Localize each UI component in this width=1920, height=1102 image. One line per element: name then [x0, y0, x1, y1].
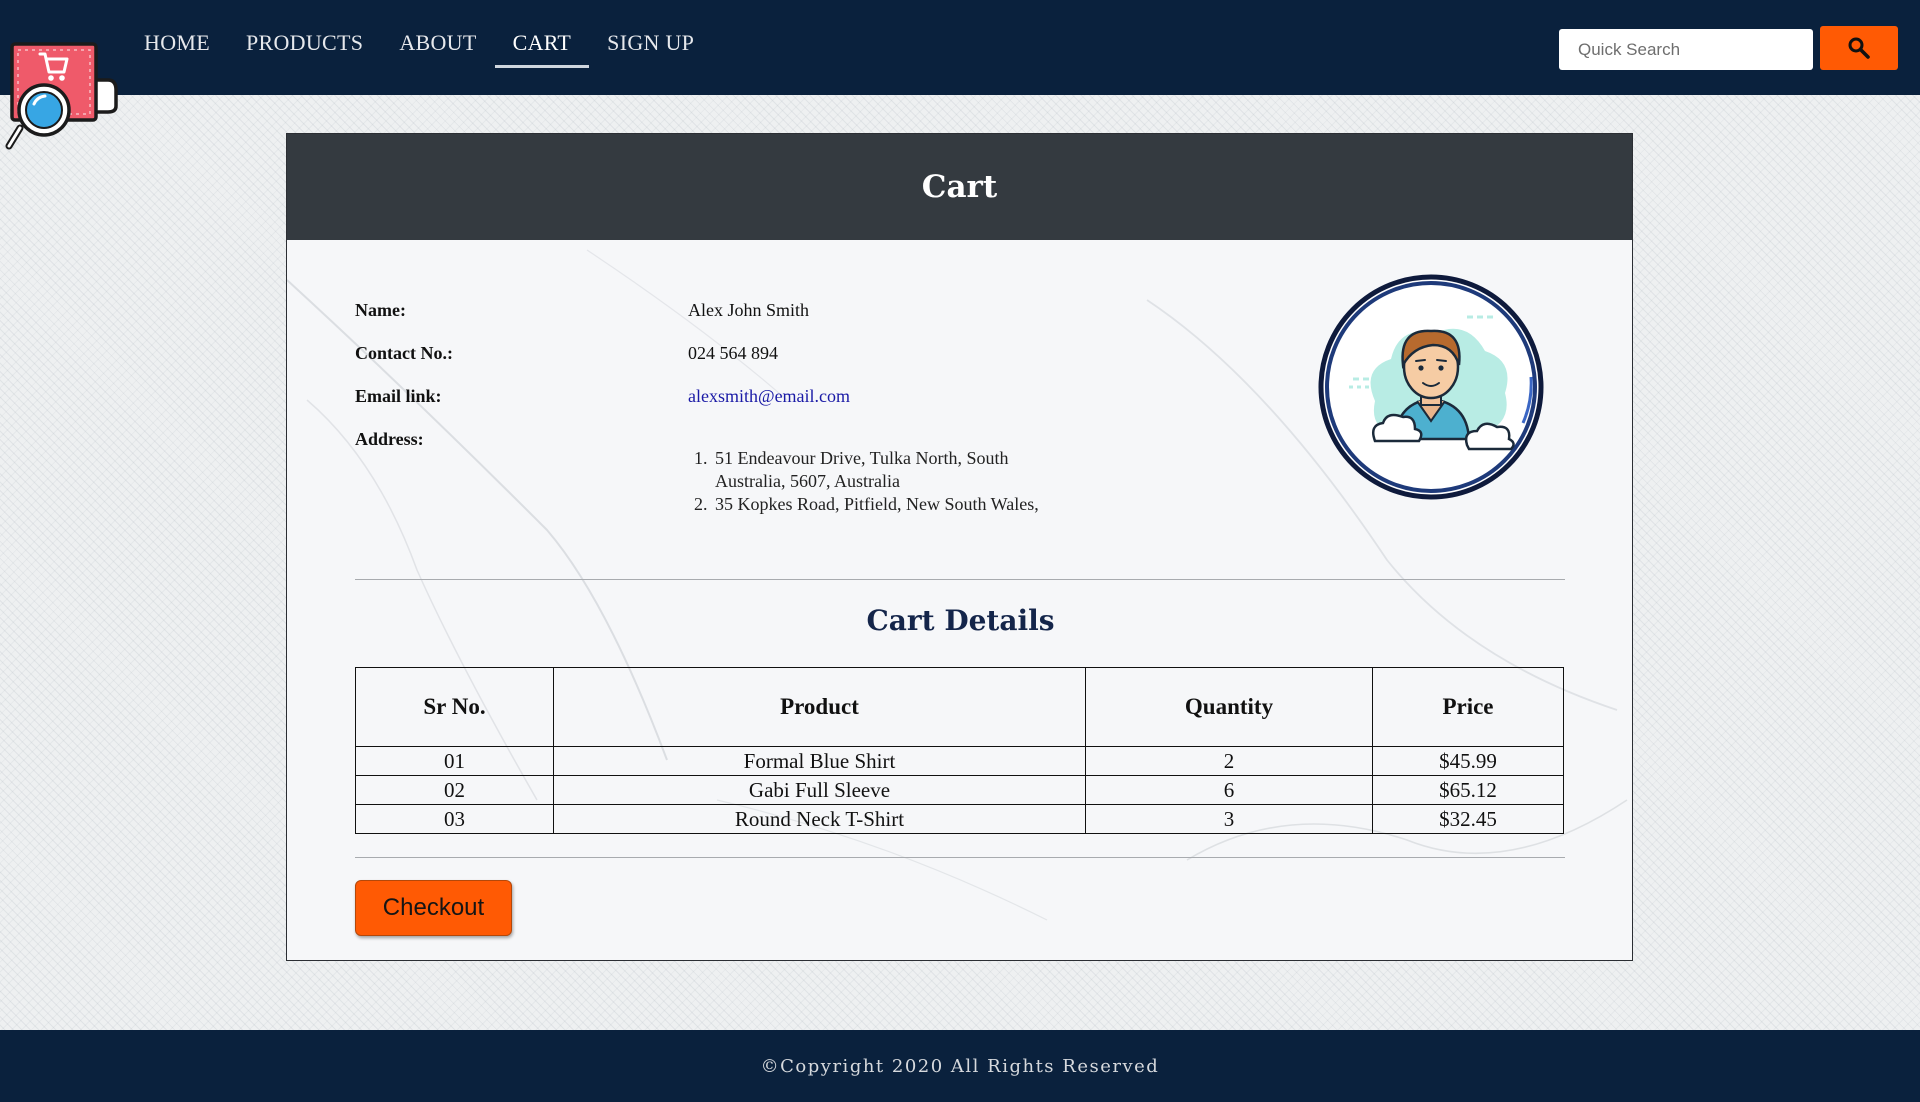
table-cell: Round Neck T-Shirt	[553, 804, 1086, 834]
table-row: 02 Gabi Full Sleeve 6 $65.12	[355, 775, 1564, 805]
contact-label: Contact No.:	[355, 343, 453, 363]
table-cell: $32.45	[1372, 804, 1564, 834]
table-cell: 6	[1085, 775, 1373, 805]
table-row: 01 Formal Blue Shirt 2 $45.99	[355, 746, 1564, 776]
name-label: Name:	[355, 300, 406, 320]
table-cell: 2	[1085, 746, 1373, 776]
page-title: Cart	[921, 169, 998, 205]
checkout-button[interactable]: Checkout	[355, 880, 512, 936]
shop-logo-icon[interactable]	[4, 40, 122, 158]
address-list: 51 Endeavour Drive, Tulka North, South A…	[688, 447, 1048, 516]
nav-products[interactable]: PRODUCTS	[228, 28, 381, 68]
nav-sign-up[interactable]: SIGN UP	[589, 28, 712, 68]
divider	[355, 857, 1565, 858]
user-avatar-icon	[1318, 274, 1544, 500]
column-header: Quantity	[1085, 667, 1373, 747]
table-cell: 3	[1085, 804, 1373, 834]
cart-card: Cart Name: Alex John Smith Contact No.: …	[286, 133, 1633, 961]
search-input[interactable]	[1559, 29, 1813, 70]
search-icon	[1848, 37, 1870, 59]
table-cell: 03	[355, 804, 554, 834]
column-header: Sr No.	[355, 667, 554, 747]
copyright-text: ©Copyright 2020 All Rights Reserved	[760, 1055, 1160, 1077]
table-cell: 02	[355, 775, 554, 805]
table-cell: 01	[355, 746, 554, 776]
nav-about[interactable]: ABOUT	[381, 28, 494, 68]
nav-cart[interactable]: CART	[494, 28, 590, 68]
footer: ©Copyright 2020 All Rights Reserved	[0, 1030, 1920, 1102]
column-header: Product	[553, 667, 1086, 747]
nav-home[interactable]: HOME	[126, 28, 228, 68]
contact-value: 024 564 894	[688, 343, 778, 363]
table-cell: Formal Blue Shirt	[553, 746, 1086, 776]
cart-table: Sr No. Product Quantity Price 01 Formal …	[355, 667, 1564, 834]
column-header: Price	[1372, 667, 1564, 747]
email-label: Email link:	[355, 386, 442, 406]
table-cell: $45.99	[1372, 746, 1564, 776]
cart-header: Cart	[287, 134, 1632, 240]
top-navbar: HOME PRODUCTS ABOUT CART SIGN UP	[0, 0, 1920, 95]
address-item: 51 Endeavour Drive, Tulka North, South A…	[712, 447, 1048, 493]
email-link[interactable]: alexsmith@email.com	[688, 386, 850, 407]
cart-details-title: Cart Details	[866, 604, 1055, 637]
table-row: 03 Round Neck T-Shirt 3 $32.45	[355, 804, 1564, 834]
divider	[355, 579, 1565, 580]
table-cell: $65.12	[1372, 775, 1564, 805]
table-header-row: Sr No. Product Quantity Price	[355, 667, 1564, 747]
table-cell: Gabi Full Sleeve	[553, 775, 1086, 805]
search-button[interactable]	[1820, 26, 1898, 70]
address-item: 35 Kopkes Road, Pitfield, New South Wale…	[712, 493, 1048, 516]
address-label: Address:	[355, 429, 424, 449]
name-value: Alex John Smith	[688, 300, 810, 320]
main-nav: HOME PRODUCTS ABOUT CART SIGN UP	[126, 28, 712, 68]
